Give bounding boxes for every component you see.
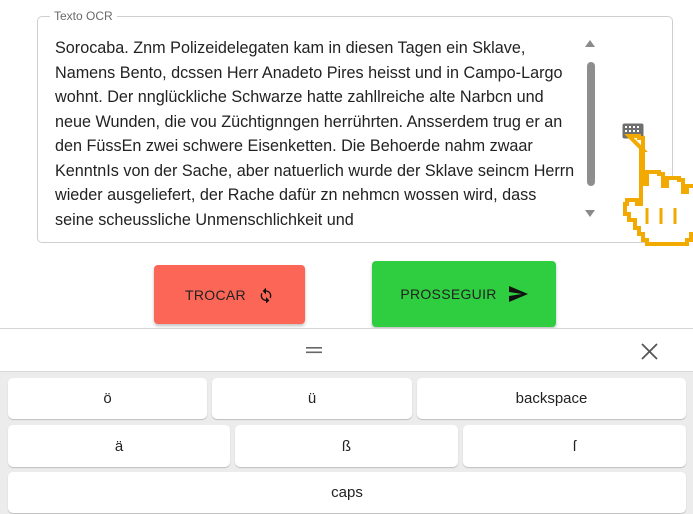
- scroll-up-arrow[interactable]: [585, 40, 595, 47]
- ocr-field-label: Texto OCR: [50, 9, 117, 23]
- refresh-icon: [260, 287, 272, 303]
- key-a-umlaut[interactable]: ä: [8, 425, 230, 467]
- close-icon[interactable]: [641, 343, 658, 360]
- scroll-down-arrow[interactable]: [585, 210, 595, 217]
- ocr-text-field[interactable]: Texto OCR Sorocaba. Znm Polizeidelegaten…: [37, 9, 673, 243]
- swap-button[interactable]: TROCAR: [154, 265, 305, 324]
- key-u-umlaut[interactable]: ü: [212, 378, 412, 419]
- key-caps[interactable]: caps: [8, 472, 686, 513]
- key-o-umlaut[interactable]: ö: [8, 378, 207, 419]
- send-icon: [508, 286, 528, 302]
- drag-handle-icon[interactable]: [306, 345, 322, 355]
- ocr-textarea[interactable]: Sorocaba. Znm Polizeidelegaten kam in di…: [55, 36, 579, 226]
- virtual-keyboard: ö ü backspace ä ß ſ caps: [0, 328, 693, 514]
- hand-pointer-icon: [623, 134, 693, 246]
- keyboard-header: [0, 329, 693, 372]
- scrollbar-thumb[interactable]: [587, 62, 595, 186]
- continue-button[interactable]: PROSSEGUIR: [372, 261, 556, 327]
- key-long-s[interactable]: ſ: [463, 425, 686, 467]
- continue-button-label: PROSSEGUIR: [400, 286, 497, 302]
- swap-button-label: TROCAR: [185, 286, 246, 303]
- key-eszett[interactable]: ß: [235, 425, 458, 467]
- key-backspace[interactable]: backspace: [417, 378, 686, 419]
